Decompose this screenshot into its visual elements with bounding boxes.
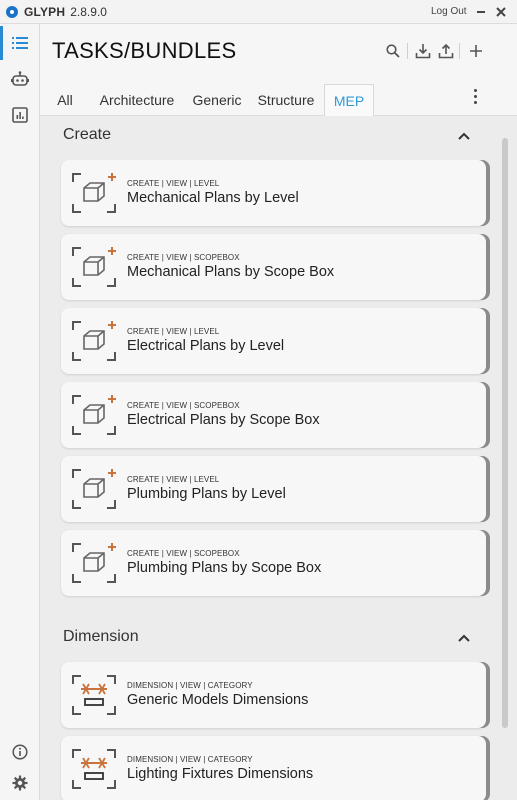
task-card[interactable]: CREATE | VIEW | LEVEL Electrical Plans by…	[61, 308, 486, 374]
info-icon[interactable]	[9, 741, 31, 763]
section-title: Dimension	[63, 628, 139, 645]
dimension-icon	[71, 746, 117, 792]
view-create-icon	[71, 170, 117, 216]
section-title: Create	[63, 126, 112, 143]
more-options-icon[interactable]	[468, 86, 482, 106]
app-name: GLYPH	[24, 4, 66, 19]
upload-icon[interactable]	[436, 41, 456, 61]
app-logo-icon	[6, 5, 18, 18]
tab-generic[interactable]: Generic	[190, 84, 244, 116]
view-create-icon	[71, 392, 117, 438]
task-card[interactable]: DIMENSION | VIEW | CATEGORY Generic Model…	[61, 662, 486, 728]
task-category-tag: CREATE | VIEW | LEVEL	[127, 475, 220, 484]
left-nav-rail	[0, 24, 40, 800]
task-category-tag: DIMENSION | VIEW | CATEGORY	[127, 755, 253, 764]
task-card[interactable]: CREATE | VIEW | SCOPEBOX Mechanical Plans…	[61, 234, 486, 300]
panel-header: TASKS/BUNDLES All Architecture Generic S…	[40, 24, 517, 116]
app-version: 2.8.9.0	[70, 4, 107, 19]
tab-architecture[interactable]: Architecture	[95, 84, 179, 116]
active-indicator	[0, 26, 3, 60]
task-name: Generic Models Dimensions	[127, 692, 309, 708]
tab-mep[interactable]: MEP	[324, 84, 374, 116]
add-icon[interactable]	[466, 41, 486, 61]
settings-gear-icon[interactable]	[9, 772, 31, 794]
tab-all[interactable]: All	[52, 84, 78, 116]
task-name: Plumbing Plans by Scope Box	[127, 560, 322, 576]
download-icon[interactable]	[413, 41, 433, 61]
tab-structure[interactable]: Structure	[254, 84, 318, 116]
view-create-icon	[71, 466, 117, 512]
view-create-icon	[71, 318, 117, 364]
task-category-tag: CREATE | VIEW | SCOPEBOX	[127, 549, 240, 558]
page-title: TASKS/BUNDLES	[52, 38, 237, 63]
task-name: Mechanical Plans by Scope Box	[127, 264, 335, 280]
search-icon[interactable]	[383, 41, 403, 61]
analytics-chart-icon[interactable]	[9, 104, 31, 126]
task-card[interactable]: CREATE | VIEW | SCOPEBOX Electrical Plans…	[61, 382, 486, 448]
task-name: Mechanical Plans by Level	[127, 190, 299, 206]
tasks-list-icon[interactable]	[9, 32, 31, 54]
minimize-icon[interactable]	[472, 3, 490, 21]
title-bar: GLYPH 2.8.9.0 Log Out	[0, 0, 517, 24]
task-category-tag: CREATE | VIEW | LEVEL	[127, 327, 220, 336]
task-card[interactable]: CREATE | VIEW | LEVEL Plumbing Plans by L…	[61, 456, 486, 522]
header-divider	[459, 43, 460, 59]
task-category-tag: DIMENSION | VIEW | CATEGORY	[127, 681, 253, 690]
task-name: Electrical Plans by Scope Box	[127, 412, 320, 428]
view-create-icon	[71, 244, 117, 290]
task-name: Plumbing Plans by Level	[127, 486, 286, 502]
robot-icon[interactable]	[9, 68, 31, 90]
section-header-dimension[interactable]: Dimension	[40, 624, 490, 652]
header-divider	[407, 43, 408, 59]
view-create-icon	[71, 540, 117, 586]
chevron-up-icon[interactable]	[456, 128, 472, 144]
section-header-create[interactable]: Create	[40, 122, 490, 150]
task-card[interactable]: DIMENSION | VIEW | CATEGORY Lighting Fixt…	[61, 736, 486, 800]
task-name: Lighting Fixtures Dimensions	[127, 766, 314, 782]
task-card[interactable]: CREATE | VIEW | SCOPEBOX Plumbing Plans b…	[61, 530, 486, 596]
task-category-tag: CREATE | VIEW | LEVEL	[127, 179, 220, 188]
task-name: Electrical Plans by Level	[127, 338, 285, 354]
task-category-tag: CREATE | VIEW | SCOPEBOX	[127, 401, 240, 410]
task-card[interactable]: CREATE | VIEW | LEVEL Mechanical Plans by…	[61, 160, 486, 226]
task-category-tag: CREATE | VIEW | SCOPEBOX	[127, 253, 240, 262]
chevron-up-icon[interactable]	[456, 630, 472, 646]
logout-link[interactable]: Log Out	[431, 6, 467, 17]
main-panel: TASKS/BUNDLES All Architecture Generic S…	[40, 24, 517, 800]
scrollbar-thumb[interactable]	[502, 138, 508, 728]
close-icon[interactable]	[492, 3, 510, 21]
dimension-icon	[71, 672, 117, 718]
